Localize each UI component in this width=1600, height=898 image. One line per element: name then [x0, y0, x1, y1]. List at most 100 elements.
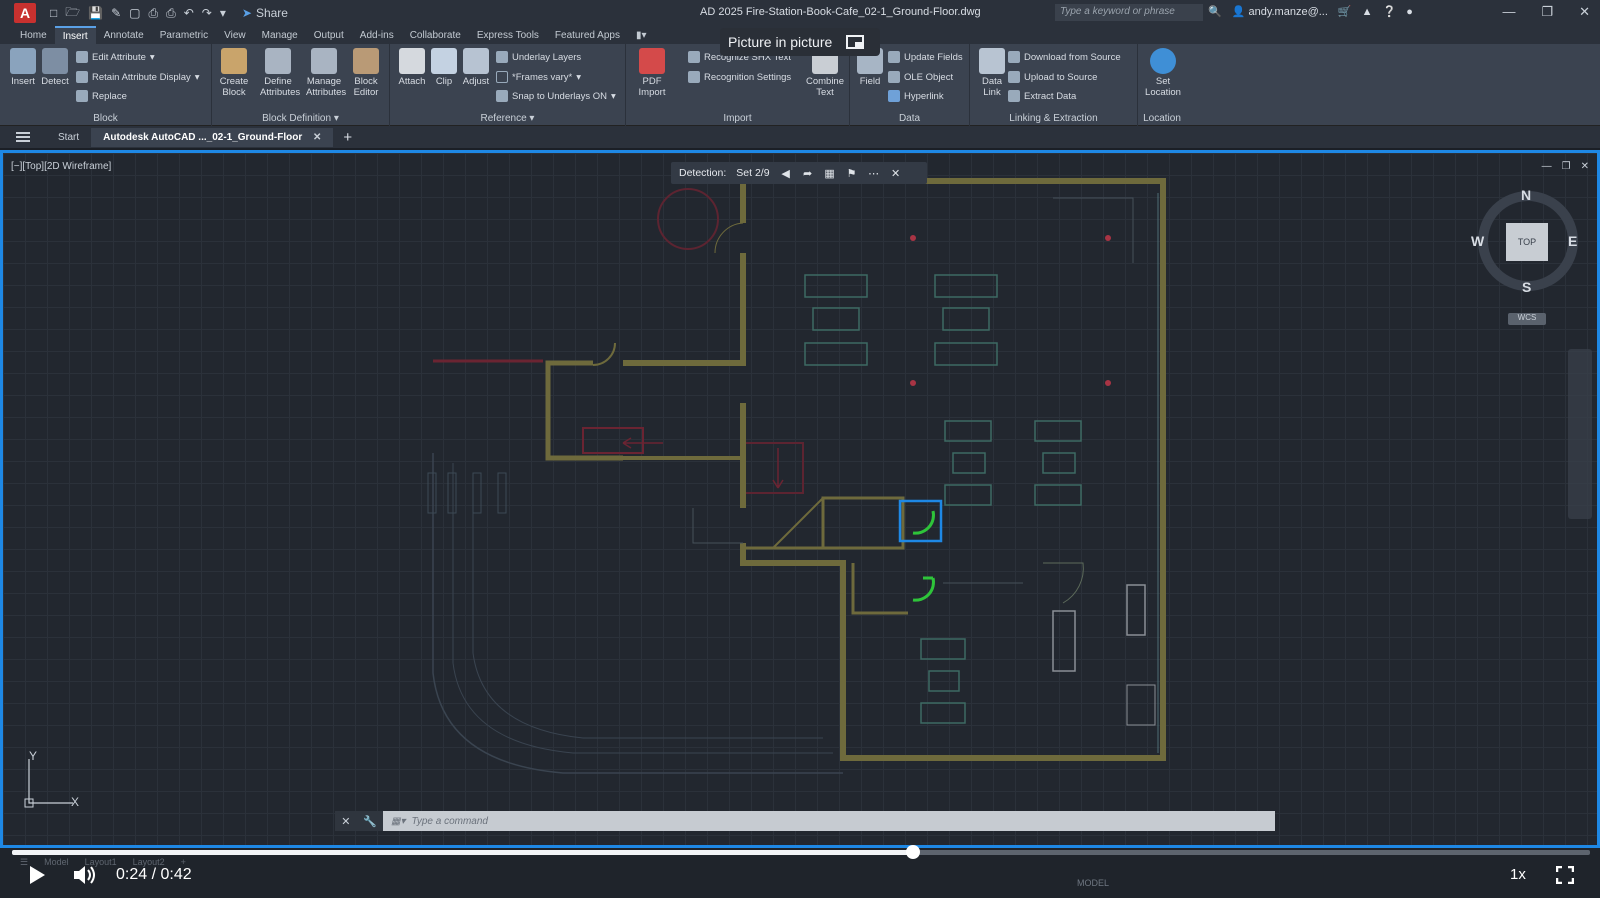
- help-icon[interactable]: ❔: [1383, 5, 1397, 18]
- close-command-icon[interactable]: ✕: [341, 815, 350, 828]
- compass-north[interactable]: N: [1521, 187, 1531, 203]
- navigation-bar[interactable]: [1568, 349, 1592, 519]
- edit-attribute-button[interactable]: Edit Attribute ▾: [76, 51, 155, 63]
- close-icon[interactable]: ✕: [1579, 4, 1590, 20]
- customize-icon[interactable]: ▾: [220, 6, 226, 20]
- volume-icon[interactable]: [72, 864, 98, 886]
- compass-south[interactable]: S: [1522, 279, 1531, 295]
- attach-button[interactable]: Attach: [394, 48, 430, 87]
- redo-icon[interactable]: ↷: [202, 6, 212, 20]
- user-account[interactable]: 👤 andy.manze@...: [1232, 5, 1328, 18]
- hamburger-layout-icon[interactable]: ☰: [20, 857, 28, 868]
- playback-speed-button[interactable]: 1x: [1510, 866, 1526, 883]
- autocad-logo-icon[interactable]: A: [14, 3, 36, 23]
- hyperlink-button[interactable]: Hyperlink: [888, 90, 944, 102]
- viewport-controls-label[interactable]: [−][Top][2D Wireframe]: [11, 161, 111, 172]
- next-set-icon[interactable]: ➦: [802, 167, 814, 180]
- close-detection-icon[interactable]: ✕: [890, 167, 902, 180]
- floor-plan-drawing[interactable]: [3, 153, 1597, 845]
- tab-home[interactable]: Home: [12, 27, 55, 44]
- tab-annotate[interactable]: Annotate: [96, 27, 152, 44]
- tab-add-ins[interactable]: Add-ins: [352, 27, 402, 44]
- manage-attributes-button[interactable]: Manage Attributes: [306, 48, 346, 98]
- compass-west[interactable]: W: [1471, 233, 1484, 249]
- update-fields-button[interactable]: Update Fields: [888, 51, 963, 63]
- tab-express-tools[interactable]: Express Tools: [469, 27, 547, 44]
- hamburger-menu-icon[interactable]: [16, 132, 30, 142]
- print-icon[interactable]: ⎙: [166, 6, 176, 21]
- search-input[interactable]: Type a keyword or phrase: [1055, 4, 1203, 21]
- tab-manage[interactable]: Manage: [254, 27, 306, 44]
- viewcube-top-face[interactable]: TOP: [1506, 223, 1548, 261]
- tab-model[interactable]: Model: [44, 857, 69, 868]
- command-history-icon[interactable]: ▦▾: [391, 816, 405, 827]
- ribbon-display-options-icon[interactable]: ▮▾: [628, 27, 655, 44]
- close-tab-icon[interactable]: ✕: [313, 132, 321, 143]
- convert-icon[interactable]: ▦: [824, 167, 836, 180]
- replace-icon: [76, 90, 88, 102]
- tab-output[interactable]: Output: [306, 27, 352, 44]
- panel-title-block-definition[interactable]: Block Definition ▾: [212, 113, 389, 124]
- plot-icon[interactable]: ⎙: [149, 6, 159, 21]
- more-options-icon[interactable]: ⋯: [868, 167, 880, 180]
- pdf-import-button[interactable]: PDF Import: [632, 48, 672, 98]
- feedback-icon[interactable]: ●: [1406, 6, 1413, 18]
- tab-parametric[interactable]: Parametric: [152, 27, 216, 44]
- create-block-button[interactable]: Create Block: [216, 48, 252, 98]
- tab-featured-apps[interactable]: Featured Apps: [547, 27, 628, 44]
- tab-active-drawing[interactable]: Autodesk AutoCAD ..._02-1_Ground-Floor ✕: [91, 127, 334, 147]
- web-save-icon[interactable]: ▢: [129, 6, 140, 20]
- cart-icon[interactable]: 🛒: [1338, 5, 1352, 18]
- model-space-indicator[interactable]: MODEL: [1077, 878, 1109, 888]
- viewport-restore-icon[interactable]: ❐: [1562, 161, 1571, 172]
- recognition-settings-button[interactable]: Recognition Settings: [688, 71, 791, 83]
- viewport-minimize-icon[interactable]: —: [1542, 161, 1552, 172]
- panel-title-reference[interactable]: Reference ▾: [390, 113, 625, 124]
- download-from-source-button[interactable]: Download from Source: [1008, 51, 1121, 63]
- tab-insert[interactable]: Insert: [54, 25, 96, 45]
- wcs-menu[interactable]: WCS: [1508, 313, 1546, 325]
- play-icon[interactable]: [30, 866, 45, 884]
- set-location-button[interactable]: Set Location: [1142, 48, 1184, 98]
- open-icon[interactable]: 🗁: [65, 3, 80, 24]
- new-tab-icon[interactable]: +: [343, 129, 352, 146]
- frames-vary-dropdown[interactable]: *Frames vary* ▾: [496, 71, 581, 83]
- data-link-button[interactable]: Data Link: [974, 48, 1010, 98]
- search-icon[interactable]: 🔍: [1208, 5, 1222, 18]
- viewport-close-icon[interactable]: ✕: [1581, 161, 1589, 172]
- ole-object-button[interactable]: OLE Object: [888, 71, 953, 83]
- tab-start[interactable]: Start: [46, 128, 91, 147]
- tab-view[interactable]: View: [216, 27, 254, 44]
- video-progress-handle[interactable]: [906, 845, 920, 859]
- tab-collaborate[interactable]: Collaborate: [402, 27, 469, 44]
- reject-icon[interactable]: ⚑: [846, 167, 858, 180]
- new-icon[interactable]: □: [50, 6, 57, 20]
- undo-icon[interactable]: ↶: [184, 6, 194, 20]
- panel-title-block[interactable]: Block: [0, 113, 211, 124]
- define-attributes-button[interactable]: Define Attributes: [260, 48, 300, 98]
- adjust-button[interactable]: Adjust: [458, 48, 494, 87]
- autodesk-apps-icon[interactable]: ▲: [1362, 6, 1373, 18]
- underlay-layers-button[interactable]: Underlay Layers: [496, 51, 581, 63]
- fullscreen-icon[interactable]: [1556, 866, 1574, 884]
- clip-button[interactable]: Clip: [426, 48, 462, 87]
- extract-data-button[interactable]: Extract Data: [1008, 90, 1076, 102]
- save-icon[interactable]: 💾: [88, 6, 103, 20]
- share-button[interactable]: ➤ Share: [242, 6, 288, 20]
- upload-to-source-button[interactable]: Upload to Source: [1008, 71, 1097, 83]
- block-editor-button[interactable]: Block Editor: [348, 48, 384, 98]
- minimize-icon[interactable]: —: [1502, 4, 1515, 20]
- save-as-icon[interactable]: ✎: [111, 6, 121, 20]
- customize-command-icon[interactable]: 🔧: [363, 815, 377, 828]
- retain-attribute-display-button[interactable]: Retain Attribute Display ▾: [76, 71, 200, 83]
- replace-button[interactable]: Replace: [76, 90, 127, 102]
- picture-in-picture-button[interactable]: Picture in picture: [720, 28, 880, 56]
- snap-to-underlays-dropdown[interactable]: Snap to Underlays ON ▾: [496, 90, 616, 102]
- detect-button[interactable]: Detect: [37, 48, 73, 87]
- command-input[interactable]: ▦▾ Type a command: [383, 811, 1275, 831]
- compass-east[interactable]: E: [1568, 233, 1577, 249]
- insert-button[interactable]: Insert: [5, 48, 41, 87]
- previous-set-icon[interactable]: ◀: [780, 167, 792, 180]
- restore-icon[interactable]: ❐: [1541, 4, 1553, 20]
- drawing-viewport[interactable]: [−][Top][2D Wireframe] — ❐ ✕ Detection: …: [0, 150, 1600, 848]
